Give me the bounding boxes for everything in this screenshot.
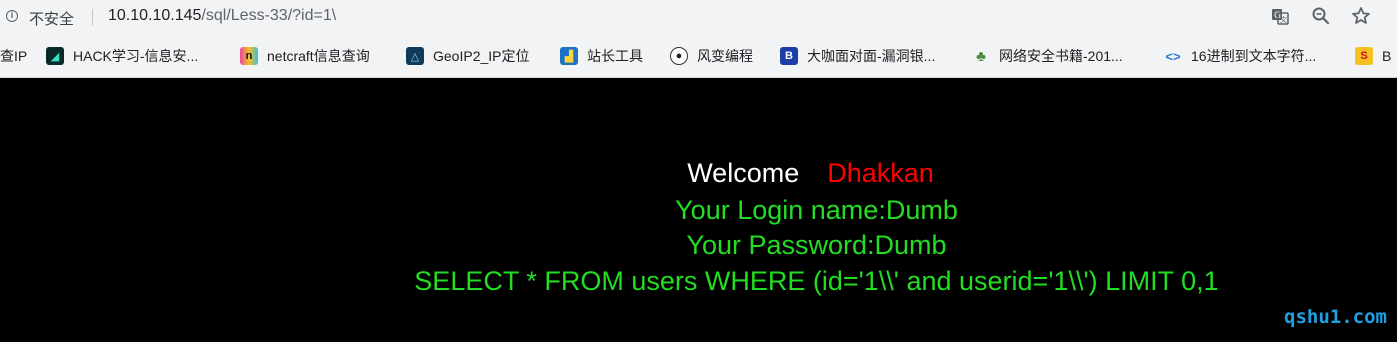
bookmark-item[interactable]: <> 16进制到文本字符... <box>1164 44 1316 68</box>
welcome-text: Welcome <box>687 158 800 188</box>
zoom-icon[interactable] <box>1311 6 1331 26</box>
chinaz-icon: ▟ <box>560 47 578 65</box>
bookmark-label: 大咖面对面-漏洞银... <box>807 48 936 64</box>
code-icon: <> <box>1165 48 1181 64</box>
sql-query-text: SELECT * FROM users WHERE (id='1\\' and … <box>414 266 1219 296</box>
username-text: Dhakkan <box>827 158 934 188</box>
url-path: /sql/Less-33/?id=1\ <box>201 7 337 24</box>
bookmark-label: 网络安全书籍-201... <box>999 48 1123 64</box>
hack-icon: ◢ <box>46 47 64 65</box>
plant-icon: ♣ <box>976 47 986 65</box>
url-text[interactable]: 10.10.10.145/sql/Less-33/?id=1\ <box>108 7 336 25</box>
bookmark-item[interactable]: S B <box>1355 44 1391 68</box>
bookmark-label: 查IP <box>0 48 28 64</box>
bookmark-label: HACK学习-信息安... <box>73 48 199 64</box>
translate-icon[interactable]: G 文 <box>1270 6 1290 26</box>
page-content: Welcome Dhakkan Your Login name:Dumb Your… <box>0 78 1397 342</box>
bookmark-item[interactable]: B 大咖面对面-漏洞银... <box>780 44 935 68</box>
bugbank-icon: B <box>780 47 798 65</box>
bookmark-item[interactable]: △ GeoIP2_IP定位 <box>406 44 530 68</box>
omnibox[interactable]: i 不安全 10.10.10.145/sql/Less-33/?id=1\ <box>0 2 1256 30</box>
security-divider <box>92 9 93 26</box>
bookmark-label: netcraft信息查询 <box>267 48 370 64</box>
address-bar-row: i 不安全 10.10.10.145/sql/Less-33/?id=1\ G … <box>0 0 1397 34</box>
security-label[interactable]: 不安全 <box>29 8 74 29</box>
url-host: 10.10.10.145 <box>108 7 202 24</box>
bookmark-label: GeoIP2_IP定位 <box>433 48 530 64</box>
bookmark-item[interactable]: ◢ HACK学习-信息安... <box>46 44 198 68</box>
bookmark-star-icon[interactable] <box>1351 6 1371 26</box>
bookmark-item[interactable]: n netcraft信息查询 <box>240 44 370 68</box>
bookmark-item[interactable]: 查IP <box>0 44 27 68</box>
geoip-icon: △ <box>406 47 424 65</box>
welcome-line: Welcome Dhakkan <box>112 158 1397 189</box>
bookmark-item[interactable]: ● 风变编程 <box>670 44 753 68</box>
bookmark-label: 站长工具 <box>587 48 643 64</box>
s-icon: S <box>1355 47 1373 65</box>
password-text: Your Password:Dumb <box>686 230 947 260</box>
info-icon[interactable]: i <box>6 10 18 22</box>
bookmark-label: 16进制到文本字符... <box>1191 48 1317 64</box>
bookmark-label: 风变编程 <box>697 48 753 64</box>
bookmarks-bar: 查IP ◢ HACK学习-信息安... n netcraft信息查询 △ Geo… <box>0 40 1397 72</box>
bookmark-item[interactable]: ▟ 站长工具 <box>560 44 643 68</box>
login-name-text: Your Login name:Dumb <box>675 195 958 225</box>
bookmark-item[interactable]: ♣ 网络安全书籍-201... <box>972 44 1123 68</box>
svg-text:文: 文 <box>1280 15 1287 24</box>
browser-chrome: i 不安全 10.10.10.145/sql/Less-33/?id=1\ G … <box>0 0 1397 78</box>
panda-icon: ● <box>670 47 688 65</box>
netcraft-icon: n <box>240 47 258 65</box>
bookmark-label: B <box>1382 48 1392 64</box>
watermark: qshu1.com <box>1284 306 1387 328</box>
